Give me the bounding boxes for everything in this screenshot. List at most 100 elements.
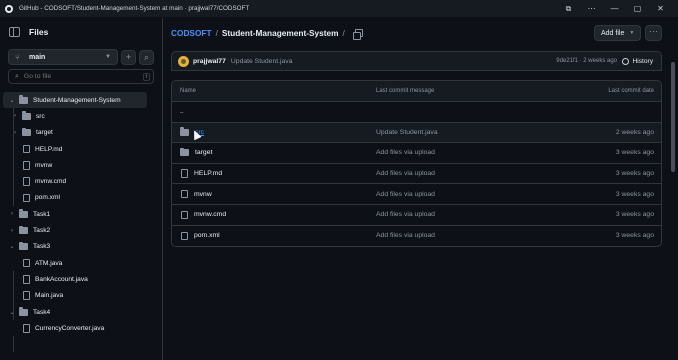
breadcrumb: CODSOFT / Student-Management-System / [171,27,363,40]
row-commit-date: 2 weeks ago [615,128,654,136]
go-to-file-search[interactable]: ⌕ t [8,69,154,84]
history-icon [622,57,630,65]
avatar[interactable] [178,55,189,67]
tree-item-label: mvnw [35,161,53,169]
table-row[interactable]: src Update Student.java 2 weeks ago [172,122,661,144]
tree-item-bankaccount-java[interactable]: BankAccount.java [0,271,162,287]
tree-item-label: ATM.java [35,259,63,267]
collapse-panel-icon[interactable] [9,27,20,37]
chevron-right-icon: › [14,113,16,120]
search-icon: ⌕ [15,72,19,80]
table-row[interactable]: HELP.md Add files via upload 3 weeks ago [172,164,661,185]
more-options-icon[interactable]: ⋯ [580,4,603,13]
tree-item-task4[interactable]: ⌄ Task4 [0,304,162,320]
tree-item-label: Task3 [33,243,51,251]
history-button[interactable]: History [622,57,653,65]
file-name-link[interactable]: target [195,149,212,156]
row-commit-message[interactable]: Add files via upload [376,232,435,239]
file-icon [23,193,30,203]
row-commit-message[interactable]: Add files via upload [376,211,435,218]
column-header-commit: Last commit message [376,88,435,94]
commit-meta[interactable]: 9de21f1 · 2 weeks ago [556,58,617,64]
copy-path-icon[interactable] [352,29,363,40]
file-icon [181,231,188,241]
row-commit-date: 3 weeks ago [615,232,654,240]
file-name-link[interactable]: mvnw.cmd [194,211,226,218]
minimize-button[interactable]: — [603,4,626,13]
tree-item-student-management-system[interactable]: ⌄ Student-Management-System [3,92,147,109]
parent-directory-link[interactable]: .. [180,108,184,115]
chevron-down-icon: ⌄ [9,309,15,316]
file-icon [23,177,30,186]
more-actions-button[interactable]: ··· [645,25,662,41]
breadcrumb-repo: Student-Management-System [221,28,339,38]
folder-open-icon [19,95,28,104]
tab-switch-icon[interactable]: ⧉ [557,4,580,14]
folder-open-icon [19,307,28,316]
file-name-link[interactable]: mvnw [194,191,212,198]
table-row[interactable]: target Add files via upload 3 weeks ago [172,143,661,164]
tree-item-pom-xml[interactable]: pom.xml [0,190,162,206]
table-row[interactable]: pom.xml Add files via upload 3 weeks ago [172,226,661,247]
row-commit-message[interactable]: Add files via upload [376,191,435,198]
row-commit-message[interactable]: Update Student.java [376,129,438,136]
file-icon [23,275,30,284]
add-file-label: Add file [601,29,625,37]
shortcut-badge: t [142,72,150,81]
maximize-button[interactable]: ▢ [626,4,649,13]
commit-author-link[interactable]: prajjwal77 [193,58,226,65]
tree-item-label: Student-Management-System [33,96,121,104]
tree-guide-line [13,336,14,352]
go-to-file-input[interactable] [23,73,134,80]
tree-item-src[interactable]: › src [0,108,162,124]
close-button[interactable]: ✕ [649,4,672,13]
column-header-name: Name [180,88,197,94]
tree-item-help-md[interactable]: HELP.md [0,141,162,157]
window-title: GitHub - CODSOFT/Student-Management-Syst… [19,5,250,12]
folder-icon [19,225,28,235]
vertical-scrollbar[interactable] [671,62,675,172]
branch-row: ⑂ main ▼ + ⌕ [8,49,154,65]
breadcrumb-separator: / [342,28,345,38]
table-row[interactable]: mvnw.cmd Add files via upload 3 weeks ag… [172,205,661,226]
file-tree-sidebar: Files ⑂ main ▼ + ⌕ ⌕ t ⌄ Student-Managem… [0,18,163,360]
row-name-cell: mvnw [180,189,212,199]
row-commit-message[interactable]: Add files via upload [376,149,435,156]
file-name-link[interactable]: HELP.md [194,170,222,177]
table-row[interactable]: .. [172,102,661,123]
tree-item-mvnw-cmd[interactable]: mvnw.cmd [0,173,162,189]
folder-icon [19,209,28,218]
tree-item-task1[interactable]: › Task1 [0,206,162,222]
add-file-sidebar-button[interactable]: + [121,49,136,65]
folder-open-icon [19,241,28,251]
tree-item-task3[interactable]: ⌄ Task3 [0,239,162,255]
latest-commit-bar: prajjwal77 Update Student.java 9de21f1 ·… [171,51,662,71]
file-icon [23,291,30,300]
tree-item-task2[interactable]: › Task2 [0,222,162,238]
row-commit-date: 3 weeks ago [615,190,654,198]
tree-item-target[interactable]: › target [0,125,162,141]
branch-selector[interactable]: ⑂ main ▼ [8,49,118,65]
branch-name: main [29,53,46,61]
chevron-right-icon: › [14,129,16,136]
add-file-button[interactable]: Add file ▼ [594,25,641,41]
commit-message-link[interactable]: Update Student.java [231,58,293,65]
tree-item-atm-java[interactable]: ATM.java [0,255,162,271]
file-icon [181,210,188,220]
tree-item-currencyconverter-java[interactable]: CurrencyConverter.java [0,320,162,336]
file-tree: ⌄ Student-Management-System › src › targ… [0,92,162,352]
tree-item-label: CurrencyConverter.java [35,324,105,332]
folder-icon [180,147,189,157]
chevron-right-icon: › [11,227,13,234]
row-name-cell: mvnw.cmd [180,210,226,220]
file-name-link[interactable]: pom.xml [194,232,220,239]
breadcrumb-owner-link[interactable]: CODSOFT [171,28,212,38]
table-row[interactable]: mvnw Add files via upload 3 weeks ago [172,184,661,205]
tree-item-main-java[interactable]: Main.java [0,288,162,304]
row-commit-message[interactable]: Add files via upload [376,170,435,177]
chevron-down-icon: ▼ [629,30,635,36]
tree-item-mvnw[interactable]: mvnw [0,157,162,173]
file-icon [23,258,30,268]
file-icon [23,161,30,170]
search-sidebar-button[interactable]: ⌕ [139,49,154,65]
